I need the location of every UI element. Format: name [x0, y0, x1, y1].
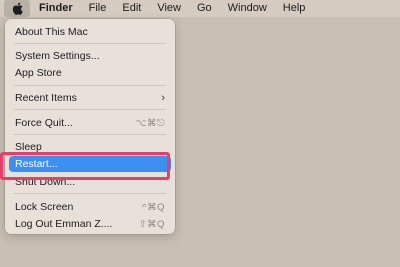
- menubar-go[interactable]: Go: [189, 0, 220, 17]
- menubar-finder[interactable]: Finder: [30, 0, 81, 17]
- menubar-view[interactable]: View: [149, 0, 189, 17]
- menu-item-label: Lock Screen: [15, 201, 74, 213]
- apple-logo-icon: [12, 2, 23, 15]
- menu-item-about-this-mac[interactable]: About This Mac: [9, 24, 171, 40]
- menu-item-label: Recent Items: [15, 92, 77, 104]
- menu-item-force-quit[interactable]: Force Quit... ⌥⌘⎋: [9, 115, 171, 131]
- menu-item-recent-items[interactable]: Recent Items ›: [9, 90, 171, 106]
- apple-menu-dropdown: About This Mac System Settings... App St…: [5, 19, 175, 234]
- menu-item-shortcut: ⇧⌘Q: [138, 218, 165, 230]
- menu-bar: Finder File Edit View Go Window Help: [0, 0, 400, 17]
- menu-item-shortcut: ⌥⌘⎋: [135, 117, 165, 129]
- menu-item-system-settings[interactable]: System Settings...: [9, 48, 171, 64]
- menu-separator: [14, 193, 166, 194]
- apple-menu-button[interactable]: [4, 0, 30, 17]
- menubar-window[interactable]: Window: [220, 0, 275, 17]
- menu-separator: [14, 85, 166, 86]
- menu-item-label: System Settings...: [15, 50, 100, 62]
- menu-item-shortcut: ^⌘Q: [142, 201, 165, 213]
- menu-separator: [14, 109, 166, 110]
- menu-item-label: Log Out Emman Z....: [15, 218, 113, 230]
- menu-separator: [14, 134, 166, 135]
- menubar-edit[interactable]: Edit: [114, 0, 149, 17]
- menu-item-label: App Store: [15, 67, 62, 79]
- menubar-file[interactable]: File: [81, 0, 115, 17]
- menu-item-log-out[interactable]: Log Out Emman Z.... ⇧⌘Q: [9, 216, 171, 232]
- menu-item-label: Force Quit...: [15, 117, 73, 129]
- menu-item-app-store[interactable]: App Store: [9, 65, 171, 81]
- menu-item-lock-screen[interactable]: Lock Screen ^⌘Q: [9, 199, 171, 215]
- menu-separator: [14, 43, 166, 44]
- menubar-help[interactable]: Help: [275, 0, 314, 17]
- restart-highlight-outline: [0, 152, 170, 180]
- chevron-right-icon: ›: [161, 92, 165, 104]
- menu-item-label: About This Mac: [15, 26, 88, 38]
